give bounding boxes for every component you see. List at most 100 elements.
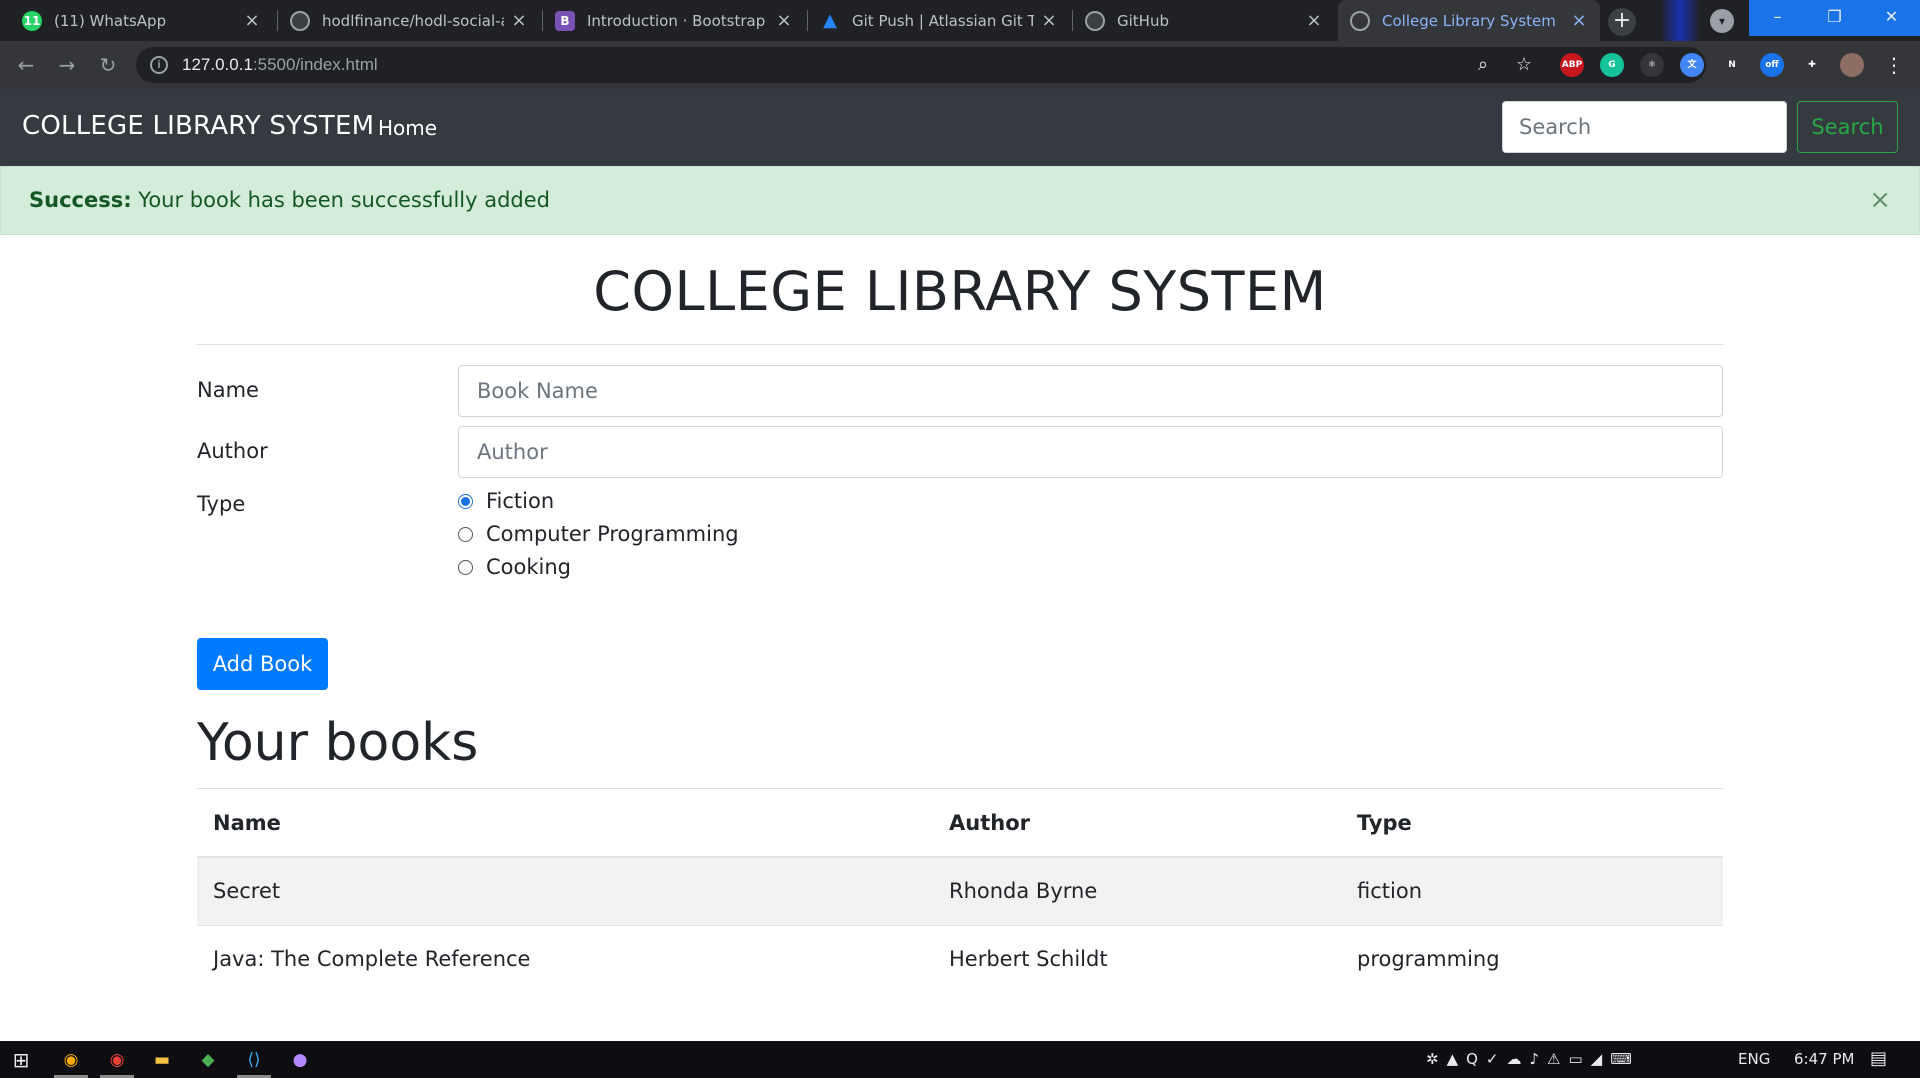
- address-bar[interactable]: i 127.0.0.1:5500/index.html ⌕ ☆: [136, 47, 1706, 83]
- ext-off-icon[interactable]: off: [1760, 53, 1784, 77]
- radio-button-checked[interactable]: [458, 493, 473, 509]
- name-label: Name: [197, 378, 259, 402]
- browser-tab[interactable]: ▲ Git Push | Atlassian Git Tuto ×: [808, 0, 1070, 41]
- close-icon[interactable]: ×: [1040, 10, 1058, 31]
- notifications-icon[interactable]: ▤: [1870, 1048, 1887, 1069]
- table-cell: Secret: [197, 856, 933, 925]
- author-input[interactable]: [458, 426, 1723, 478]
- main-container: COLLEGE LIBRARY SYSTEM Name Author Type …: [197, 235, 1723, 993]
- column-header: Type: [1341, 789, 1723, 858]
- column-header: Author: [933, 789, 1341, 858]
- adblock-plus-icon[interactable]: ABP: [1560, 53, 1584, 77]
- books-table: Name Author Type Secret Rhonda Byrne fic…: [197, 789, 1723, 993]
- close-icon[interactable]: ×: [243, 10, 261, 31]
- github-desktop-icon[interactable]: ●: [287, 1047, 313, 1073]
- browser-tab-strip: 11 (11) WhatsApp × hodlfinance/hodl-soci…: [0, 0, 1920, 41]
- tab-title: (11) WhatsApp: [54, 11, 167, 30]
- alert-strong: Success:: [29, 188, 132, 212]
- profile-avatar-icon[interactable]: [1840, 53, 1864, 77]
- grammarly-icon[interactable]: G: [1600, 53, 1624, 77]
- radio-button[interactable]: [458, 559, 473, 575]
- restore-icon[interactable]: ❐: [1806, 0, 1863, 36]
- url-host: 127.0.0.1: [182, 55, 253, 74]
- chrome-icon[interactable]: ◉: [104, 1047, 130, 1073]
- browser-tab[interactable]: hodlfinance/hodl-social-api ×: [278, 0, 540, 41]
- atlassian-icon: ▲: [823, 10, 837, 31]
- success-alert: Success: Your book has been successfully…: [0, 166, 1920, 235]
- back-icon[interactable]: ←: [12, 51, 40, 79]
- table-cell: Rhonda Byrne: [933, 856, 1341, 925]
- bootstrap-icon: B: [555, 10, 575, 31]
- browser-tab-active[interactable]: College Library System ×: [1338, 0, 1600, 41]
- react-devtools-icon[interactable]: ⚛: [1640, 53, 1664, 77]
- windows-start-icon[interactable]: ⊞: [8, 1047, 34, 1073]
- forward-icon[interactable]: →: [53, 51, 81, 79]
- url-path: :5500/index.html: [252, 55, 378, 74]
- puzzle-icon[interactable]: ✚: [1800, 53, 1824, 77]
- bookmark-star-icon[interactable]: ☆: [1512, 53, 1536, 77]
- navbar-search-input[interactable]: [1502, 101, 1787, 153]
- file-explorer-icon[interactable]: ▬: [149, 1047, 175, 1073]
- navbar-search-button[interactable]: Search: [1797, 101, 1898, 153]
- book-name-input[interactable]: [458, 365, 1723, 417]
- close-icon[interactable]: ×: [1869, 187, 1891, 213]
- reload-icon[interactable]: ↻: [94, 51, 122, 79]
- browser-tab[interactable]: GitHub ×: [1073, 0, 1335, 41]
- clock[interactable]: 6:47 PM: [1794, 1050, 1854, 1068]
- new-tab-button[interactable]: +: [1608, 8, 1636, 36]
- navbar-brand[interactable]: COLLEGE LIBRARY SYSTEM: [22, 111, 374, 141]
- tab-search-icon[interactable]: ▾: [1710, 9, 1734, 33]
- windows-taskbar: ⊞ ◉ ◉ ▬ ◆ ⟨⟩ ● ✲▲Q✓☁♪⚠▭◢⌨ ENG 6:47 PM ▤: [0, 1041, 1920, 1078]
- minimize-icon[interactable]: –: [1749, 0, 1806, 36]
- table-cell: Herbert Schildt: [933, 924, 1341, 993]
- tab-title: hodlfinance/hodl-social-api: [322, 11, 504, 30]
- browser-tab[interactable]: B Introduction · Bootstrap v5 ×: [543, 0, 805, 41]
- radio-label: Fiction: [486, 489, 555, 513]
- radio-label: Computer Programming: [486, 522, 739, 546]
- tray-icons[interactable]: ✲▲Q✓☁♪⚠▭◢⌨: [1426, 1050, 1640, 1068]
- close-icon[interactable]: ×: [510, 10, 528, 31]
- nav-link-home[interactable]: Home: [378, 116, 437, 140]
- tab-title: Git Push | Atlassian Git Tuto: [852, 11, 1034, 30]
- table-row: Java: The Complete Reference Herbert Sch…: [197, 924, 1723, 993]
- window-controls: – ❐ ✕: [1749, 0, 1920, 36]
- close-icon[interactable]: ×: [775, 10, 793, 31]
- page-title: COLLEGE LIBRARY SYSTEM: [593, 260, 1327, 323]
- radio-programming[interactable]: Computer Programming: [458, 522, 739, 546]
- table-cell: programming: [1341, 924, 1723, 993]
- translate-icon[interactable]: 文: [1680, 53, 1704, 77]
- info-icon[interactable]: i: [150, 56, 168, 74]
- radio-label: Cooking: [486, 555, 571, 579]
- menu-icon[interactable]: ⋮: [1880, 51, 1908, 79]
- close-icon[interactable]: ×: [1570, 10, 1588, 31]
- language-indicator[interactable]: ENG: [1738, 1050, 1770, 1068]
- chrome-canary-icon[interactable]: ◉: [58, 1047, 84, 1073]
- add-book-button[interactable]: Add Book: [197, 638, 328, 690]
- close-window-icon[interactable]: ✕: [1863, 0, 1920, 36]
- tab-title: College Library System: [1382, 11, 1556, 30]
- close-icon[interactable]: ×: [1305, 10, 1323, 31]
- browser-toolbar: ← → ↻ i 127.0.0.1:5500/index.html ⌕ ☆ AB…: [0, 41, 1920, 89]
- type-label: Type: [197, 492, 246, 516]
- site-navbar: COLLEGE LIBRARY SYSTEM Home Search: [0, 89, 1920, 166]
- zoom-icon[interactable]: ⌕: [1471, 53, 1495, 77]
- sourcetree-icon[interactable]: ◆: [195, 1047, 221, 1073]
- divider: [197, 344, 1723, 345]
- globe-icon: [1350, 10, 1370, 31]
- tab-title: Introduction · Bootstrap v5: [587, 11, 769, 30]
- tab-title: GitHub: [1117, 11, 1169, 30]
- column-header: Name: [197, 789, 933, 858]
- alert-message: Your book has been successfully added: [131, 188, 551, 212]
- radio-cooking[interactable]: Cooking: [458, 555, 571, 579]
- github-icon: [1085, 10, 1105, 31]
- browser-tab[interactable]: 11 (11) WhatsApp ×: [10, 0, 273, 41]
- vscode-icon[interactable]: ⟨⟩: [241, 1047, 267, 1073]
- notion-icon[interactable]: N: [1720, 53, 1744, 77]
- github-icon: [290, 10, 310, 31]
- radio-button[interactable]: [458, 526, 473, 542]
- radio-fiction[interactable]: Fiction: [458, 489, 554, 513]
- table-cell: Java: The Complete Reference: [197, 924, 933, 993]
- table-row: Secret Rhonda Byrne fiction: [197, 856, 1723, 925]
- table-header-row: Name Author Type: [197, 789, 1723, 858]
- whatsapp-icon: 11: [22, 10, 42, 31]
